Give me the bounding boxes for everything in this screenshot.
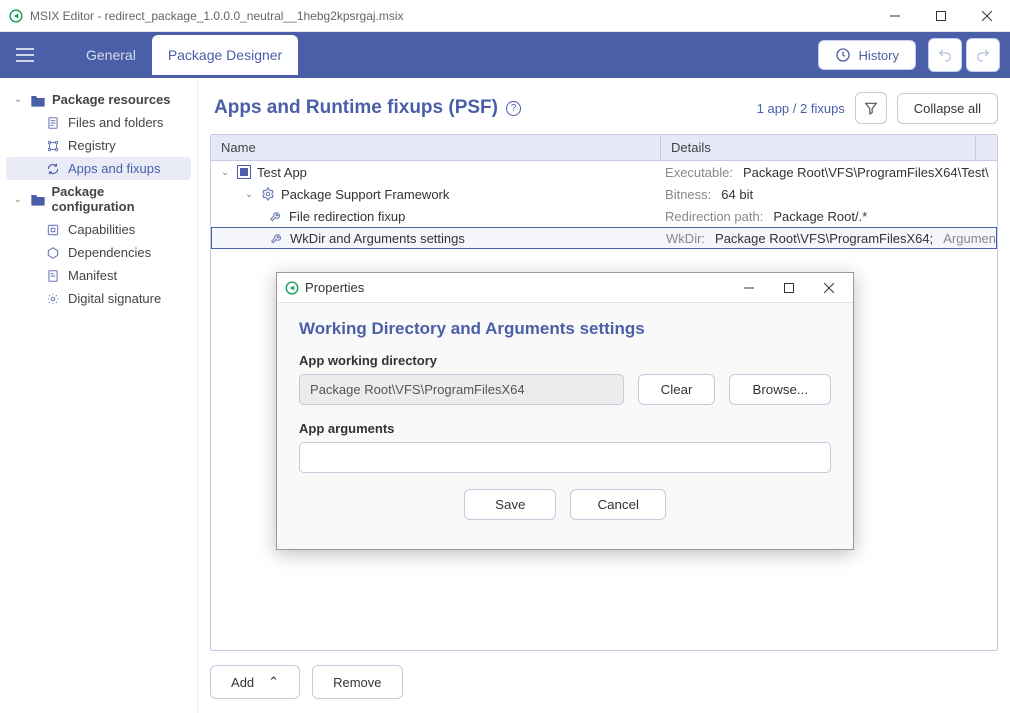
column-header-name[interactable]: Name bbox=[211, 135, 661, 160]
sidebar-item-capabilities[interactable]: Capabilities bbox=[6, 218, 191, 241]
sidebar-group-package-config[interactable]: ⌄ Package configuration bbox=[6, 180, 191, 218]
folder-icon bbox=[30, 93, 46, 107]
sidebar-label: Digital signature bbox=[68, 291, 161, 306]
row-detail-value: 64 bit bbox=[721, 187, 753, 202]
wrench-icon bbox=[270, 231, 284, 245]
row-detail-value: Package Root\VFS\ProgramFilesX64\Test\ bbox=[743, 165, 989, 180]
app-logo-icon bbox=[285, 281, 299, 295]
tab-package-designer[interactable]: Package Designer bbox=[152, 35, 298, 75]
fixup-icon bbox=[46, 162, 62, 176]
sidebar-label: Files and folders bbox=[68, 115, 163, 130]
dialog-close-button[interactable] bbox=[809, 274, 849, 302]
dialog-maximize-button[interactable] bbox=[769, 274, 809, 302]
sidebar-item-dependencies[interactable]: Dependencies bbox=[6, 241, 191, 264]
row-detail-extra: Argumen bbox=[943, 231, 996, 246]
close-button[interactable] bbox=[964, 0, 1010, 32]
sidebar-item-manifest[interactable]: Manifest bbox=[6, 264, 191, 287]
nav-bar: General Package Designer History bbox=[0, 32, 1010, 78]
add-button[interactable]: Add⌃ bbox=[210, 665, 300, 699]
row-detail-value: Package Root\VFS\ProgramFilesX64; bbox=[715, 231, 933, 246]
sidebar-group-package-resources[interactable]: ⌄ Package resources bbox=[6, 88, 191, 111]
sidebar-label: Dependencies bbox=[68, 245, 151, 260]
page-title: Apps and Runtime fixups (PSF) bbox=[214, 97, 498, 119]
collapse-all-button[interactable]: Collapse all bbox=[897, 93, 998, 124]
sidebar-label: Apps and fixups bbox=[68, 161, 161, 176]
sidebar-label: Capabilities bbox=[68, 222, 135, 237]
row-detail-label: Redirection path: bbox=[665, 209, 763, 224]
chevron-up-icon: ⌃ bbox=[268, 674, 279, 690]
remove-button[interactable]: Remove bbox=[312, 665, 402, 699]
row-name: File redirection fixup bbox=[289, 209, 405, 224]
minimize-button[interactable] bbox=[872, 0, 918, 32]
redo-button[interactable] bbox=[966, 38, 1000, 72]
browse-button[interactable]: Browse... bbox=[729, 374, 831, 405]
table-row[interactable]: ⌄ Test App Executable: Package Root\VFS\… bbox=[211, 161, 997, 183]
app-logo-icon bbox=[8, 8, 24, 24]
count-label: 1 app / 2 fixups bbox=[757, 101, 845, 116]
signature-icon bbox=[46, 292, 62, 306]
dialog-heading: Working Directory and Arguments settings bbox=[299, 319, 831, 339]
sidebar-item-files[interactable]: Files and folders bbox=[6, 111, 191, 134]
chevron-down-icon[interactable]: ⌄ bbox=[243, 189, 255, 200]
cancel-button[interactable]: Cancel bbox=[570, 489, 666, 520]
row-detail-label: Executable: bbox=[665, 165, 733, 180]
sidebar-label: Package resources bbox=[52, 92, 171, 107]
capabilities-icon bbox=[46, 223, 62, 237]
column-header-details[interactable]: Details bbox=[661, 135, 975, 160]
app-icon bbox=[237, 165, 251, 179]
history-button[interactable]: History bbox=[818, 40, 916, 70]
main-panel: Apps and Runtime fixups (PSF) ? 1 app / … bbox=[198, 78, 1010, 713]
wrench-icon bbox=[269, 209, 283, 223]
working-directory-input[interactable] bbox=[299, 374, 624, 405]
undo-button[interactable] bbox=[928, 38, 962, 72]
dependencies-icon bbox=[46, 246, 62, 260]
save-button[interactable]: Save bbox=[464, 489, 556, 520]
file-icon bbox=[46, 116, 62, 130]
folder-icon bbox=[30, 192, 46, 206]
dialog-minimize-button[interactable] bbox=[729, 274, 769, 302]
row-name: Package Support Framework bbox=[281, 187, 449, 202]
table-row[interactable]: ⌄ Package Support Framework Bitness: 64 … bbox=[211, 183, 997, 205]
chevron-down-icon[interactable]: ⌄ bbox=[219, 167, 231, 178]
sidebar-item-apps-fixups[interactable]: Apps and fixups bbox=[6, 157, 191, 180]
tab-general[interactable]: General bbox=[70, 35, 152, 75]
chevron-down-icon: ⌄ bbox=[12, 194, 24, 205]
row-detail-value: Package Root/.* bbox=[773, 209, 867, 224]
wd-label: App working directory bbox=[299, 353, 831, 368]
arguments-input[interactable] bbox=[299, 442, 831, 473]
manifest-icon bbox=[46, 269, 62, 283]
row-name: WkDir and Arguments settings bbox=[290, 231, 465, 246]
row-name: Test App bbox=[257, 165, 307, 180]
sidebar-item-signature[interactable]: Digital signature bbox=[6, 287, 191, 310]
filter-button[interactable] bbox=[855, 92, 887, 124]
table-row[interactable]: File redirection fixup Redirection path:… bbox=[211, 205, 997, 227]
row-detail-label: Bitness: bbox=[665, 187, 711, 202]
args-label: App arguments bbox=[299, 421, 831, 436]
sidebar-item-registry[interactable]: Registry bbox=[6, 134, 191, 157]
title-bar: MSIX Editor - redirect_package_1.0.0.0_n… bbox=[0, 0, 1010, 32]
history-icon bbox=[835, 47, 851, 63]
help-icon[interactable]: ? bbox=[506, 101, 521, 116]
sidebar-label: Registry bbox=[68, 138, 116, 153]
hamburger-icon[interactable] bbox=[10, 42, 40, 68]
clear-button[interactable]: Clear bbox=[638, 374, 716, 405]
chevron-down-icon: ⌄ bbox=[12, 94, 24, 105]
window-title: MSIX Editor - redirect_package_1.0.0.0_n… bbox=[30, 9, 872, 23]
sidebar-label: Package configuration bbox=[52, 184, 186, 214]
registry-icon bbox=[46, 139, 62, 153]
table-row[interactable]: WkDir and Arguments settings WkDir: Pack… bbox=[211, 227, 997, 249]
properties-dialog: Properties Working Directory and Argumen… bbox=[276, 272, 854, 550]
sidebar: ⌄ Package resources Files and folders Re… bbox=[0, 78, 198, 713]
dialog-title: Properties bbox=[305, 280, 729, 295]
row-detail-label: WkDir: bbox=[666, 231, 705, 246]
gear-icon bbox=[261, 187, 275, 201]
sidebar-label: Manifest bbox=[68, 268, 117, 283]
history-label: History bbox=[859, 48, 899, 63]
maximize-button[interactable] bbox=[918, 0, 964, 32]
